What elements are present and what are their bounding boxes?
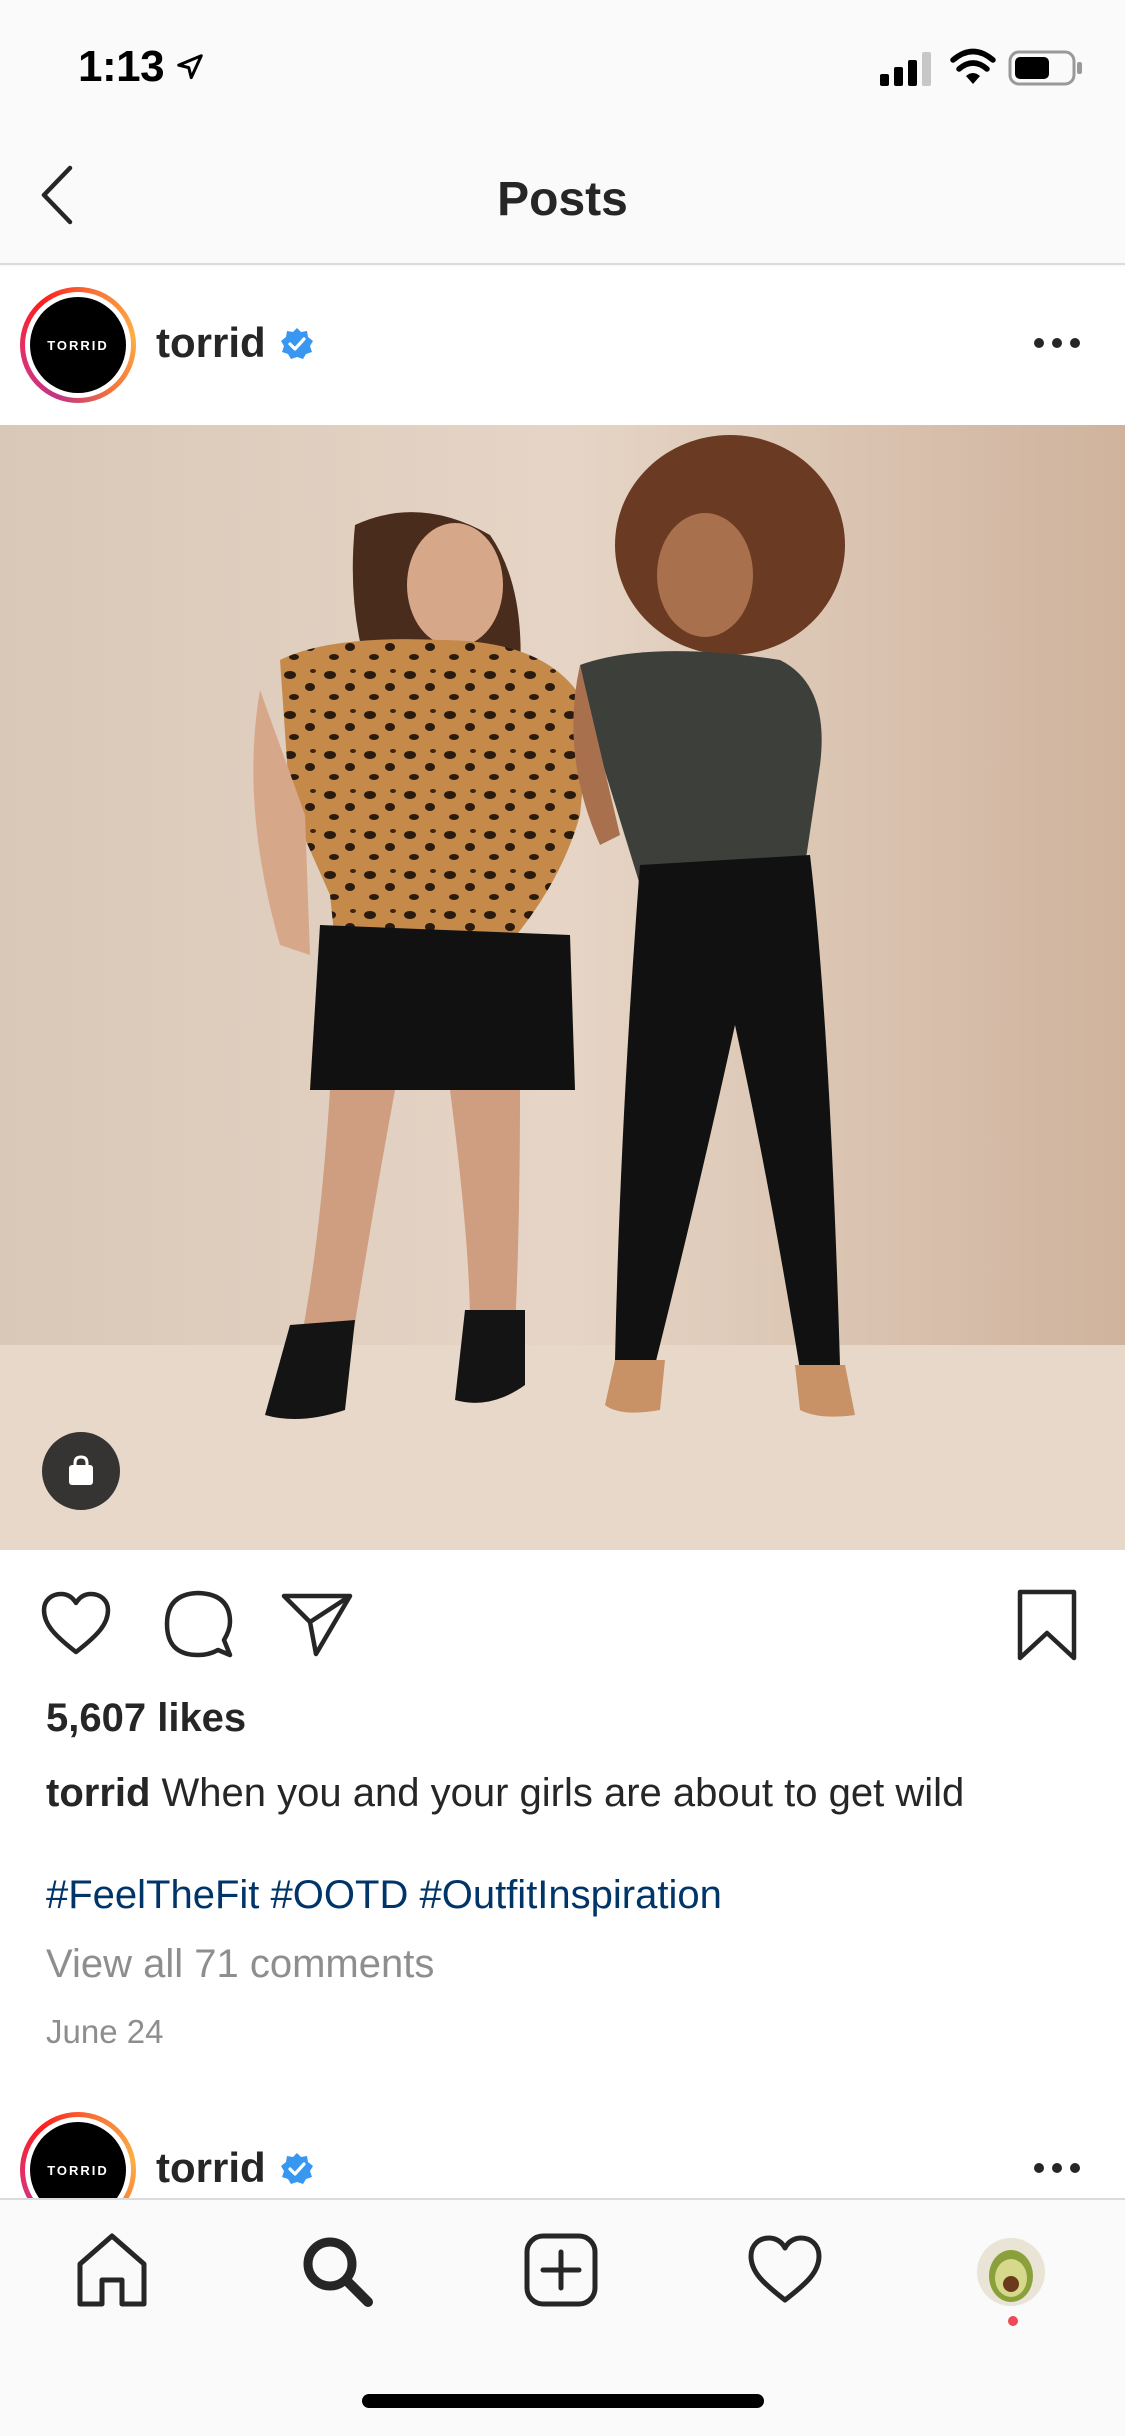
post-date: June 24 [46, 2013, 164, 2050]
heart-icon[interactable] [40, 1590, 112, 1656]
likes-count[interactable]: 5,607 likes [46, 1696, 246, 1741]
avatar: TORRID [30, 297, 126, 393]
view-comments-link[interactable]: View all 71 comments [46, 1942, 434, 1987]
more-options-icon[interactable] [1032, 335, 1082, 351]
location-arrow-icon [177, 54, 203, 80]
story-ring[interactable]: TORRID [20, 287, 136, 403]
wifi-icon [950, 48, 996, 84]
post-username[interactable]: torrid [156, 2144, 266, 2192]
bookmark-icon[interactable] [1016, 1588, 1078, 1662]
home-indicator[interactable] [362, 2394, 764, 2408]
more-options-icon[interactable] [1032, 2160, 1082, 2176]
hashtags: #FeelTheFit #OOTD #OutfitInspiration [46, 1873, 722, 1918]
activity-heart-icon[interactable] [745, 2230, 825, 2310]
hashtag-link[interactable]: #OOTD [271, 1873, 409, 1917]
nav-bar: Posts [0, 132, 1125, 265]
hashtag-link[interactable]: #FeelTheFit [46, 1873, 259, 1917]
notification-dot [1008, 2316, 1018, 2326]
caption-text: When you and your girls are about to get… [150, 1771, 965, 1815]
hashtag-link[interactable]: #OutfitInspiration [419, 1873, 721, 1917]
post-header: TORRID torrid [0, 267, 1125, 425]
avatar: TORRID [30, 2122, 126, 2198]
status-time: 1:13 [78, 42, 165, 91]
post-photo[interactable] [0, 425, 1125, 1550]
status-bar: 1:13 [0, 0, 1125, 132]
battery-icon [1008, 50, 1082, 86]
share-icon[interactable] [280, 1590, 354, 1658]
shopping-bag-button[interactable] [42, 1432, 120, 1510]
post-username[interactable]: torrid [156, 319, 266, 367]
verified-badge-icon [281, 2153, 313, 2184]
page-title: Posts [497, 173, 628, 226]
caption-username[interactable]: torrid [46, 1771, 150, 1815]
search-icon[interactable] [296, 2230, 376, 2310]
shopping-bag-icon [69, 1455, 93, 1485]
profile-avatar-icon[interactable] [977, 2238, 1045, 2306]
post-caption: torrid When you and your girls are about… [46, 1765, 1086, 1821]
verified-badge-icon [281, 328, 313, 359]
home-icon[interactable] [72, 2230, 152, 2310]
story-ring[interactable]: TORRID [20, 2112, 136, 2198]
add-post-icon[interactable] [521, 2230, 601, 2310]
avocado-avatar-image [977, 2238, 1045, 2306]
post-photo-illustration [0, 425, 1125, 1550]
cellular-signal-icon [880, 52, 931, 86]
comment-icon[interactable] [162, 1588, 234, 1660]
next-post-header: TORRID torrid [0, 2078, 1125, 2198]
